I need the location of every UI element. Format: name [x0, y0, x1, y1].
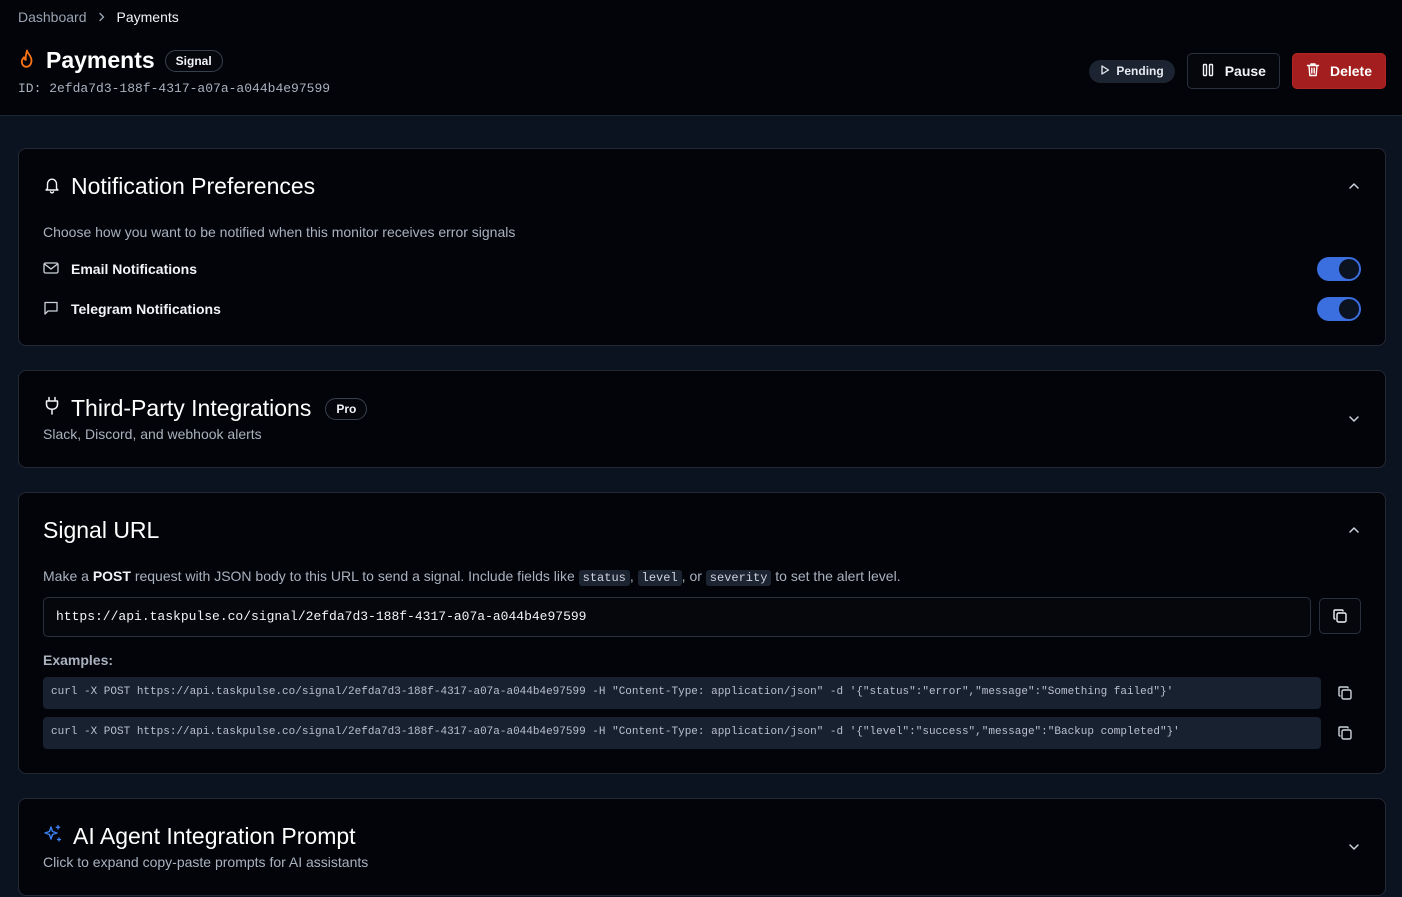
email-notifications-label: Email Notifications [71, 261, 198, 277]
page-header: Dashboard Payments Payments Signal ID: 2… [0, 0, 1402, 116]
pause-icon [1201, 63, 1215, 80]
chevron-down-icon[interactable] [1347, 412, 1361, 426]
breadcrumb: Dashboard Payments [18, 9, 179, 25]
breadcrumb-current: Payments [116, 9, 179, 25]
copy-icon [1333, 609, 1347, 623]
notification-preferences-card: Notification Preferences Choose how you … [18, 148, 1386, 346]
ai-agent-prompt-card[interactable]: AI Agent Integration Prompt Click to exp… [18, 798, 1386, 896]
signal-url-field[interactable]: https://api.taskpulse.co/signal/2efda7d3… [43, 597, 1311, 637]
telegram-notifications-label: Telegram Notifications [71, 301, 221, 317]
plug-icon [43, 395, 61, 422]
chevron-up-icon[interactable] [1347, 179, 1361, 193]
copy-example-error-button[interactable] [1334, 682, 1356, 704]
email-notifications-toggle[interactable] [1317, 257, 1361, 281]
status-text: Pending [1116, 64, 1164, 78]
title-row: Payments Signal [18, 47, 223, 74]
ai-agent-prompt-title: AI Agent Integration Prompt [43, 823, 356, 850]
notification-preferences-title: Notification Preferences [43, 173, 315, 200]
pro-badge: Pro [325, 397, 368, 420]
field-severity: severity [705, 570, 772, 586]
breadcrumb-dashboard-link[interactable]: Dashboard [18, 9, 87, 25]
flame-icon [18, 49, 36, 72]
examples-label: Examples: [43, 652, 114, 668]
message-square-icon [43, 300, 59, 319]
pause-button[interactable]: Pause [1186, 53, 1280, 89]
status-badge: Pending [1089, 59, 1175, 83]
delete-button[interactable]: Delete [1291, 53, 1386, 89]
pause-label: Pause [1224, 63, 1266, 79]
mail-icon [43, 261, 59, 278]
trash-icon [1306, 62, 1320, 80]
chevron-up-icon[interactable] [1347, 523, 1361, 537]
notification-preferences-description: Choose how you want to be notified when … [43, 224, 516, 240]
bell-icon [43, 173, 61, 200]
telegram-notifications-row: Telegram Notifications [43, 297, 1361, 321]
copy-icon [1338, 686, 1352, 700]
third-party-integrations-card[interactable]: Third-Party Integrations Pro Slack, Disc… [18, 370, 1386, 468]
integrations-subtitle: Slack, Discord, and webhook alerts [43, 426, 262, 442]
example-code-error[interactable]: curl -X POST https://api.taskpulse.co/si… [43, 677, 1321, 709]
field-status: status [578, 570, 630, 586]
monitor-id: ID: 2efda7d3-188f-4317-a07a-a044b4e97599 [18, 81, 331, 96]
chevron-right-icon [97, 10, 107, 25]
signal-url-description: Make a POST request with JSON body to th… [43, 568, 901, 586]
copy-example-success-button[interactable] [1334, 722, 1356, 744]
telegram-notifications-toggle[interactable] [1317, 297, 1361, 321]
copy-icon [1338, 726, 1352, 740]
play-icon [1100, 64, 1110, 78]
signal-url-title: Signal URL [43, 517, 160, 543]
sparkles-icon [43, 823, 63, 850]
page-title: Payments [46, 47, 155, 73]
copy-url-button[interactable] [1319, 598, 1361, 634]
monitor-type-badge: Signal [164, 49, 223, 72]
field-level: level [637, 570, 682, 586]
signal-url-card: Signal URL Make a POST request with JSON… [18, 492, 1386, 774]
email-notifications-row: Email Notifications [43, 257, 1361, 281]
integrations-title: Third-Party Integrations Pro [43, 395, 368, 422]
delete-label: Delete [1329, 63, 1372, 79]
ai-agent-prompt-subtitle: Click to expand copy-paste prompts for A… [43, 854, 369, 870]
chevron-down-icon[interactable] [1347, 840, 1361, 854]
example-code-success[interactable]: curl -X POST https://api.taskpulse.co/si… [43, 717, 1321, 749]
header-actions: Pending Pause Delete [1089, 53, 1386, 89]
